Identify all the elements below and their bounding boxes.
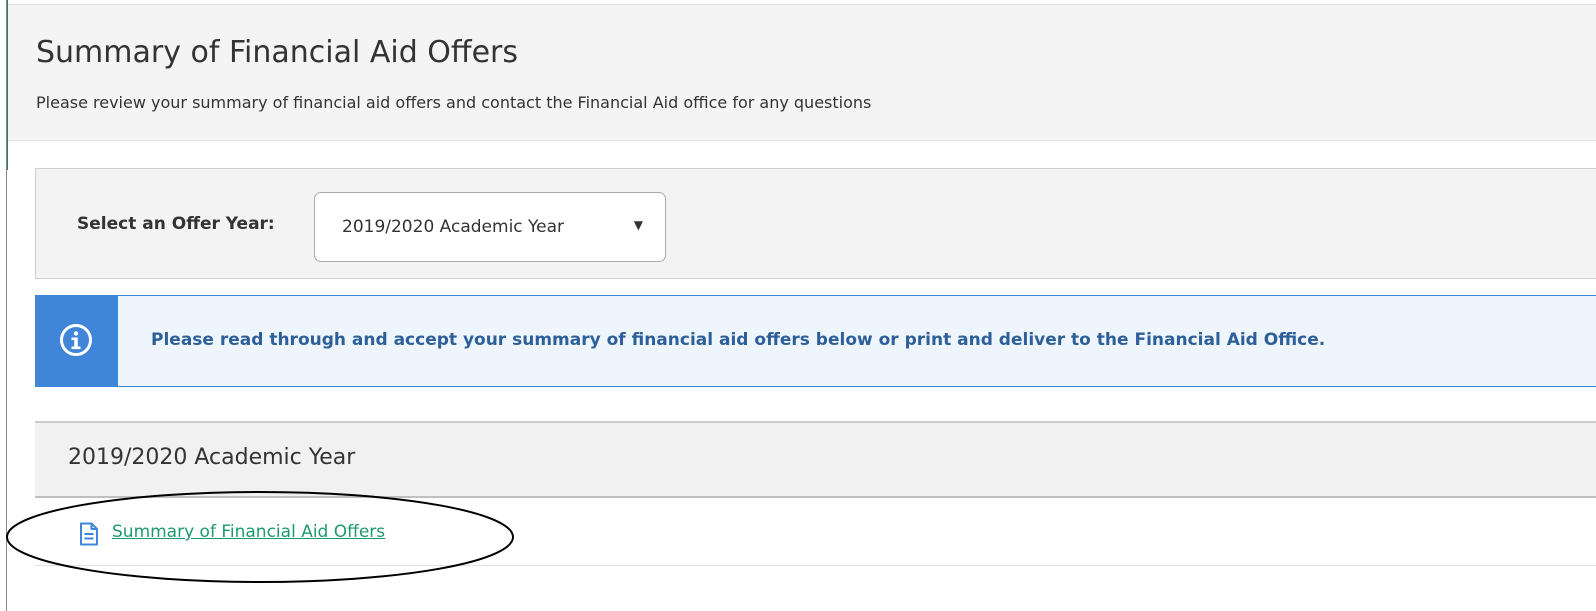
page-subtitle: Please review your summary of financial … bbox=[36, 93, 872, 112]
offer-year-label: Select an Offer Year: bbox=[77, 214, 275, 234]
alert-icon-cell bbox=[36, 296, 118, 386]
page-title: Summary of Financial Aid Offers bbox=[36, 35, 519, 70]
info-alert: Please read through and accept your summ… bbox=[35, 295, 1596, 387]
offer-year-select[interactable]: 2019/2020 Academic Year ▼ bbox=[314, 192, 666, 262]
caret-down-icon: ▼ bbox=[633, 218, 643, 232]
info-icon bbox=[60, 324, 92, 356]
offer-year-selected-value: 2019/2020 Academic Year bbox=[342, 217, 565, 237]
document-icon bbox=[80, 522, 98, 546]
page: Summary of Financial Aid Offers Please r… bbox=[0, 0, 1596, 611]
offer-year-panel: Select an Offer Year: 2019/2020 Academic… bbox=[35, 168, 1596, 279]
alert-message: Please read through and accept your summ… bbox=[151, 330, 1326, 350]
academic-year-section-header: 2019/2020 Academic Year bbox=[35, 421, 1596, 498]
page-header: Summary of Financial Aid Offers Please r… bbox=[8, 4, 1596, 141]
summary-of-financial-aid-offers-link[interactable]: Summary of Financial Aid Offers bbox=[112, 522, 385, 542]
list-item: Summary of Financial Aid Offers bbox=[35, 498, 1596, 566]
section-title: 2019/2020 Academic Year bbox=[68, 445, 356, 470]
